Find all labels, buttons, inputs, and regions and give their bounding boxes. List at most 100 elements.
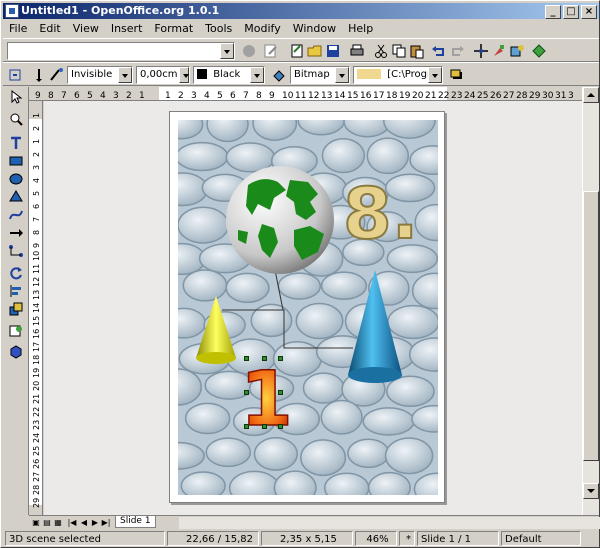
- copy-icon[interactable]: [391, 43, 407, 59]
- url-dropdown-arrow[interactable]: [220, 43, 234, 59]
- object-bar-toggle-icon[interactable]: [7, 67, 23, 83]
- zoom-icon[interactable]: [8, 111, 24, 127]
- selection-handle-br[interactable]: [278, 424, 283, 429]
- vertical-scrollbar[interactable]: [582, 87, 599, 515]
- first-slide-icon[interactable]: |◀: [67, 517, 77, 528]
- minimize-button[interactable]: _: [545, 5, 561, 19]
- status-position: 22,66 / 15,82: [167, 531, 259, 546]
- rotate-icon[interactable]: [8, 265, 24, 281]
- data-sources-icon[interactable]: [531, 43, 547, 59]
- ruler-h-label: 5: [217, 91, 223, 101]
- line-width-spinner[interactable]: [179, 67, 189, 83]
- line-color-swatch: [197, 69, 207, 79]
- save-icon[interactable]: [325, 43, 341, 59]
- stone-shape: [178, 206, 230, 244]
- line-style-dropdown-arrow[interactable]: [118, 67, 132, 83]
- vertical-ruler[interactable]: 1 2 1 2 3 4 5 6 7 8 9 10 11 12 13 14 15 16 17 18 19 20 21 22 23 2…: [29, 101, 43, 515]
- text-tool-icon[interactable]: [8, 135, 24, 151]
- ruler-v-label: 1: [32, 113, 41, 118]
- stone-bitmap-background[interactable]: 8. 1: [178, 120, 438, 495]
- line-color-combo[interactable]: Black: [193, 66, 265, 84]
- stone-shape: [386, 375, 435, 407]
- menu-edit[interactable]: Edit: [33, 20, 66, 38]
- tab-slide-1[interactable]: Slide 1: [115, 516, 156, 528]
- area-fill-dropdown-arrow[interactable]: [428, 67, 442, 83]
- url-combo[interactable]: [7, 42, 235, 60]
- ruler-v-label: 5: [32, 191, 41, 196]
- scroll-up-arrow-icon: [587, 93, 595, 97]
- area-style-dropdown-arrow[interactable]: [335, 67, 349, 83]
- outline-view-icon[interactable]: ▤: [42, 517, 52, 528]
- menu-modify[interactable]: Modify: [238, 20, 286, 38]
- ellipse-tool-icon[interactable]: [8, 171, 24, 187]
- scroll-up-button[interactable]: [583, 87, 599, 103]
- alignment-icon[interactable]: [8, 283, 24, 299]
- connector-icon[interactable]: [8, 243, 24, 259]
- status-zoom[interactable]: 46%: [355, 531, 397, 546]
- line-ends-icon[interactable]: [31, 67, 47, 83]
- gallery-icon[interactable]: [509, 43, 525, 59]
- shadow-icon[interactable]: [449, 67, 465, 83]
- selection-handle-tr[interactable]: [278, 356, 283, 361]
- menu-help[interactable]: Help: [342, 20, 379, 38]
- curve-tool-icon[interactable]: [8, 207, 24, 223]
- close-button[interactable]: ×: [581, 5, 597, 19]
- ruler-v-label: 27: [32, 472, 41, 482]
- menu-window[interactable]: Window: [287, 20, 342, 38]
- stop-load-icon[interactable]: [241, 43, 257, 59]
- new-document-icon[interactable]: [289, 43, 305, 59]
- drawing-canvas[interactable]: 8. 1: [44, 101, 582, 515]
- horizontal-ruler[interactable]: 9 8 7 6 5 4 3 2 1 1 2 3 4 5 6 7 8 9 10 11 12 13 14 15 16 17 18 19 20…: [29, 87, 589, 101]
- undo-icon[interactable]: [431, 43, 447, 59]
- status-layout: Default: [501, 531, 581, 546]
- area-style-combo[interactable]: Bitmap: [290, 66, 350, 84]
- cut-icon[interactable]: [373, 43, 389, 59]
- menu-format[interactable]: Format: [148, 20, 199, 38]
- arrange-icon[interactable]: [8, 301, 24, 317]
- menu-view[interactable]: View: [67, 20, 105, 38]
- lines-arrows-icon[interactable]: [8, 225, 24, 241]
- edit-file-icon[interactable]: [263, 43, 279, 59]
- next-slide-icon[interactable]: ▶: [90, 517, 100, 528]
- last-slide-icon[interactable]: ▶|: [101, 517, 111, 528]
- line-width-value: 0,00cm: [140, 69, 178, 80]
- menu-insert[interactable]: Insert: [105, 20, 149, 38]
- selection-handle-ml[interactable]: [244, 390, 249, 395]
- scroll-down-button[interactable]: [583, 483, 599, 499]
- prev-slide-icon[interactable]: ◀: [79, 517, 89, 528]
- insert-object-icon[interactable]: [8, 323, 24, 339]
- selection-handle-mr[interactable]: [278, 390, 283, 395]
- line-color-dropdown-arrow[interactable]: [250, 67, 264, 83]
- select-arrow-icon[interactable]: [8, 89, 24, 105]
- navigator-icon[interactable]: [473, 43, 489, 59]
- line-width-field[interactable]: 0,00cm: [136, 66, 190, 84]
- 3d-objects-icon[interactable]: [8, 189, 24, 205]
- selection-handle-bl[interactable]: [244, 424, 249, 429]
- print-icon[interactable]: [349, 43, 365, 59]
- stone-shape: [321, 138, 366, 174]
- ruler-h-label: 14: [334, 91, 346, 101]
- redo-icon[interactable]: [449, 43, 465, 59]
- horizontal-scrollbar[interactable]: [179, 517, 600, 529]
- menu-file[interactable]: File: [3, 20, 33, 38]
- title-bar[interactable]: Untitled1 - OpenOffice.org 1.0.1 _ □ ×: [3, 3, 599, 19]
- menu-tools[interactable]: Tools: [199, 20, 238, 38]
- slide-sorter-icon[interactable]: ▦: [53, 517, 63, 528]
- area-fill-icon[interactable]: [271, 67, 287, 83]
- area-fill-combo[interactable]: [C:\Program: [353, 66, 443, 84]
- slide-page[interactable]: 8. 1: [169, 111, 445, 503]
- selection-handle-bm[interactable]: [262, 424, 267, 429]
- app-icon[interactable]: [5, 4, 19, 18]
- scroll-thumb[interactable]: [583, 191, 599, 461]
- open-folder-icon[interactable]: [307, 43, 323, 59]
- stylist-icon[interactable]: [491, 43, 507, 59]
- selection-handle-tl[interactable]: [244, 356, 249, 361]
- drawing-view-icon[interactable]: ▣: [31, 517, 41, 528]
- 3d-effects-icon[interactable]: [8, 343, 24, 359]
- line-style-combo[interactable]: Invisible: [67, 66, 133, 84]
- selection-handle-tm[interactable]: [262, 356, 267, 361]
- paste-icon[interactable]: [409, 43, 425, 59]
- maximize-button[interactable]: □: [563, 5, 579, 19]
- rectangle-tool-icon[interactable]: [8, 153, 24, 169]
- line-style-icon[interactable]: [49, 67, 65, 83]
